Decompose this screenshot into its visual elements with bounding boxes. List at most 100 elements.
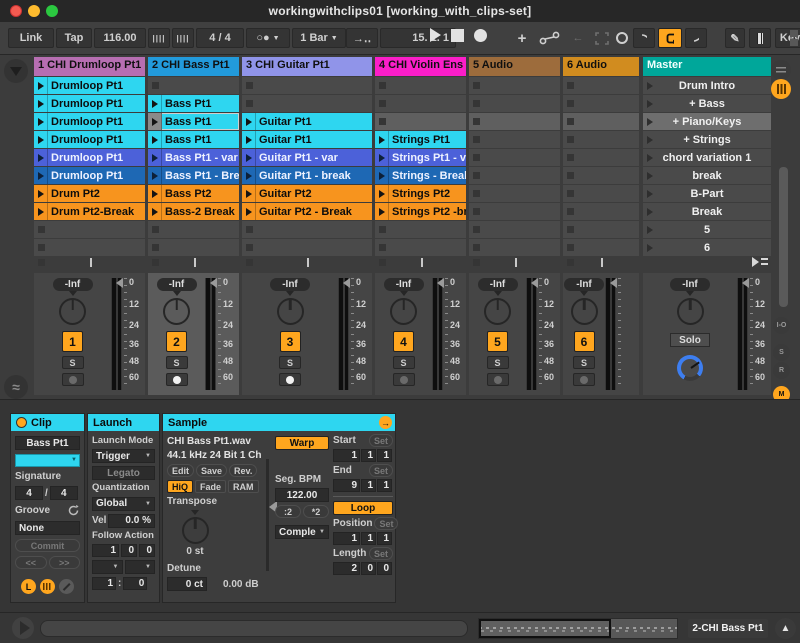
session-record-icon[interactable] [539,31,561,45]
launch-mode-select[interactable]: Trigger [92,449,155,464]
save-button[interactable]: Save [196,464,228,477]
empty-clip-slot[interactable] [563,113,639,130]
signature-numerator-field[interactable]: 4 [15,486,43,500]
follow-action-a-select[interactable] [92,560,123,575]
length-set-button[interactable]: Set [368,547,393,560]
double-tempo-button[interactable]: *2 [303,505,329,518]
follow-action-beats-field[interactable]: 0 [121,544,137,558]
empty-clip-slot[interactable] [469,77,560,94]
quantization-select[interactable]: Global [92,496,155,511]
overview-viewport[interactable] [479,619,611,638]
empty-clip-slot[interactable] [469,131,560,148]
volume-field[interactable]: -Inf [383,278,424,291]
clip-slot[interactable]: Guitar Pt1 - var [242,149,372,166]
number-field[interactable]: 1 [361,449,376,462]
hiq-button[interactable]: HiQ [167,480,194,493]
empty-clip-slot[interactable] [563,167,639,184]
clip-launch-button[interactable] [34,185,48,202]
follow-action-b-select[interactable] [124,560,155,575]
mixer-section-toggle-r[interactable]: R [773,362,790,379]
clip-slot[interactable]: Drumloop Pt1 [34,167,145,184]
draw-grid-icon[interactable] [595,31,609,45]
clip-launch-button[interactable] [34,203,48,220]
empty-clip-slot[interactable] [375,221,466,238]
volume-field[interactable]: -Inf [270,278,310,291]
empty-clip-slot[interactable] [563,239,639,256]
track-activator-button[interactable]: 5 [487,331,508,352]
follow-action-16ths-field[interactable]: 0 [139,544,155,558]
half-tempo-button[interactable]: :2 [275,505,301,518]
time-signature-field[interactable]: 4 / 4 [196,28,244,48]
empty-clip-slot[interactable] [469,221,560,238]
clip-slot[interactable]: Guitar Pt1 - break [242,167,372,184]
track-header[interactable]: 4 CHI Violin Ens [375,57,466,76]
track-stop-row[interactable] [563,257,639,268]
mixer-section-toggle-s[interactable]: S [773,344,790,361]
scene-slot[interactable]: + Piano/Keys [643,113,771,130]
seg-bpm-field[interactable]: 122.00 [275,488,329,502]
track-activator-button[interactable]: 4 [393,331,414,352]
hot-swap-icon[interactable]: → [379,416,392,429]
clip-color-chooser[interactable] [15,454,80,467]
overview-toggle[interactable] [771,60,791,80]
loop-length-fields[interactable]: 200 [333,562,393,575]
overdub-plus-button[interactable]: + [512,28,532,48]
solo-button[interactable]: S [573,356,595,369]
track-stop-row[interactable] [242,257,372,268]
number-field[interactable]: 1 [361,479,376,492]
prev-clip-button[interactable]: << [15,556,47,569]
velocity-field[interactable]: 0.0 % [108,513,155,528]
track-header[interactable]: 3 CHI Guitar Pt1 [242,57,372,76]
draw-mode-button[interactable]: ✎ [725,28,745,48]
clip-slot[interactable]: Drumloop Pt1 [34,113,145,130]
clip-launch-button[interactable] [242,185,256,202]
empty-clip-slot[interactable] [375,239,466,256]
empty-clip-slot[interactable] [563,185,639,202]
clip-slot[interactable]: Strings Pt1 [375,131,466,148]
clip-launch-button[interactable] [242,131,256,148]
clip-launch-button[interactable] [34,77,48,94]
link-button[interactable]: Link [8,28,54,48]
clip-launch-button[interactable] [242,149,256,166]
scene-slot[interactable]: + Strings [643,131,771,148]
empty-clip-slot[interactable] [469,113,560,130]
clip-launch-button[interactable] [148,167,162,184]
end-set-button[interactable]: Set [368,464,393,477]
pan-knob[interactable] [570,291,598,325]
session-view-selector[interactable] [4,59,28,83]
empty-clip-slot[interactable] [375,113,466,130]
clip-launch-button[interactable] [148,113,162,130]
empty-clip-slot[interactable] [469,185,560,202]
empty-clip-slot[interactable] [375,77,466,94]
master-solo-button[interactable]: Solo [670,333,710,347]
transpose-knob[interactable] [181,510,209,544]
cue-volume-knob[interactable] [677,355,703,381]
nudge-down-button[interactable]: |||| [148,28,170,48]
pan-knob[interactable] [276,291,304,325]
number-field[interactable]: 1 [361,532,376,545]
clip-launch-button[interactable] [375,131,389,148]
warp-mode-select[interactable]: Comple [275,525,329,539]
clip-launch-button[interactable] [148,131,162,148]
groove-chooser[interactable]: None [15,521,80,535]
clip-launch-button[interactable] [375,185,389,202]
pan-knob[interactable] [390,291,417,325]
pan-knob[interactable] [59,291,86,325]
clip-launch-button[interactable] [148,203,162,220]
detail-view-toggle[interactable]: ▲ [775,618,796,639]
stop-button[interactable] [451,28,464,42]
automation-loop-button[interactable] [658,28,682,48]
solo-button[interactable]: S [392,356,415,369]
empty-clip-slot[interactable] [375,95,466,112]
empty-clip-slot[interactable] [34,221,145,238]
groove-refresh-icon[interactable] [67,504,80,517]
scene-slot[interactable]: 6 [643,239,771,256]
scene-slot[interactable]: + Bass [643,95,771,112]
empty-clip-slot[interactable] [563,95,639,112]
scene-slot[interactable]: Drum Intro [643,77,771,94]
clip-slot[interactable]: Guitar Pt2 - Break [242,203,372,220]
crossfader-section-toggle[interactable]: ≈ [4,375,28,399]
warp-button[interactable]: Warp [275,436,329,450]
track-header[interactable]: 6 Audio [563,57,639,76]
empty-clip-slot[interactable] [242,95,372,112]
